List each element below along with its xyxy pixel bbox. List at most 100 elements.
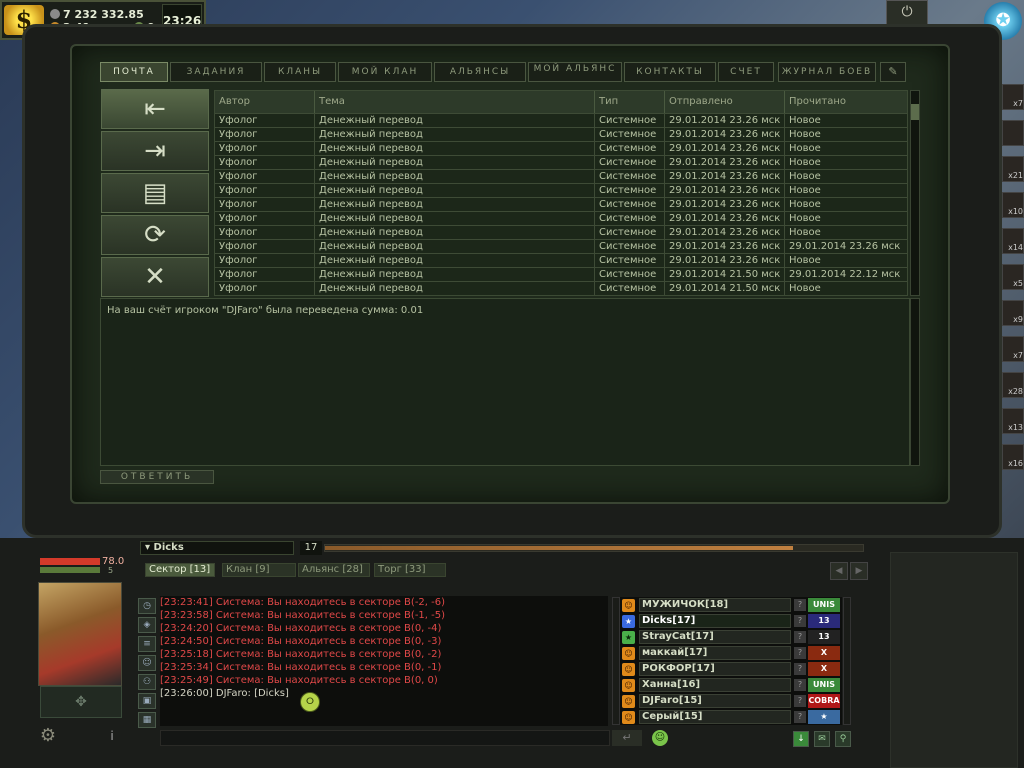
table-row[interactable]: Уфолог Денежный перевод Системное 29.01.201… [215, 113, 907, 128]
clan-badge-icon[interactable]: 13 [808, 630, 840, 644]
group-icon[interactable]: ⚇ [138, 674, 156, 690]
person-icon[interactable]: ☺ [138, 655, 156, 671]
clan-badge-icon[interactable]: X [808, 646, 840, 660]
user-list-item[interactable]: ☺ Серый[15]? ★ [622, 710, 852, 725]
inventory-slot[interactable]: x9 [1002, 300, 1024, 326]
inventory-slot[interactable] [1002, 120, 1024, 146]
user-info-icon[interactable]: ? [794, 631, 806, 643]
table-row[interactable]: Уфолог Денежный перевод Системное 29.01.201… [215, 225, 907, 240]
user-info-icon[interactable]: ? [794, 711, 806, 723]
inventory-slot[interactable]: x13 [1002, 408, 1024, 434]
inventory-slot[interactable]: x16 [1002, 444, 1024, 470]
table-row[interactable]: Уфолог Денежный перевод Системное 29.01.201… [215, 197, 907, 212]
table-row[interactable]: Уфолог Денежный перевод Системное 29.01.201… [215, 141, 907, 156]
clan-badge-icon[interactable]: 13 [808, 614, 840, 628]
tab-8[interactable]: СЧЕТ [718, 62, 774, 82]
table-row[interactable]: Уфолог Денежный перевод Системное 29.01.201… [215, 127, 907, 142]
table-cell: Денежный перевод [315, 114, 595, 128]
chevron-right-icon[interactable]: ▶ [850, 562, 868, 580]
window-icon[interactable]: ▣ [138, 693, 156, 709]
tab-7[interactable]: КОНТАКТЫ [624, 62, 716, 82]
chat-input[interactable] [160, 730, 610, 746]
tab-2[interactable]: ЗАДАНИЯ [170, 62, 262, 82]
character-name[interactable]: ▾ Dicks [140, 541, 294, 555]
inventory-slot[interactable]: x7 [1002, 84, 1024, 110]
tab-6[interactable]: МОЙ АЛЬЯНС [528, 62, 622, 82]
clan-badge-icon[interactable]: X [808, 662, 840, 676]
inventory-slot[interactable]: x5 [1002, 264, 1024, 290]
clan-badge-icon[interactable]: ★ [808, 710, 840, 724]
column-header[interactable]: Тип [595, 91, 665, 113]
table-row[interactable]: Уфолог Денежный перевод Системное 29.01.201… [215, 211, 907, 226]
user-list-item[interactable]: ★ Dicks[17]? 13 [622, 614, 852, 629]
column-header[interactable]: Прочитано [785, 91, 907, 113]
user-list-item[interactable]: ☺ Ханна[16]? UNIS [622, 678, 852, 693]
chevron-left-icon[interactable]: ◀ [830, 562, 848, 580]
gear-icon[interactable]: ⚙ [34, 722, 62, 750]
avatar[interactable] [38, 582, 122, 686]
inventory-slot[interactable]: x7 [1002, 336, 1024, 362]
user-info-icon[interactable]: ? [794, 663, 806, 675]
clock-icon[interactable]: ◷ [138, 598, 156, 614]
reply-button[interactable]: ОТВЕТИТЬ [100, 470, 214, 484]
table-row[interactable]: Уфолог Денежный перевод Системное 29.01.201… [215, 155, 907, 170]
user-info-icon[interactable]: ? [794, 647, 806, 659]
inbox-button[interactable]: ⇤ [101, 89, 209, 129]
clan-badge-icon[interactable]: COBRA [808, 694, 840, 708]
column-header[interactable]: Отправлено [665, 91, 785, 113]
power-button[interactable]: ⏻ [886, 0, 928, 26]
download-icon[interactable]: ↓ [793, 731, 809, 747]
refresh-button[interactable]: ⟳ [101, 215, 209, 255]
message-scrollbar[interactable] [910, 298, 920, 466]
table-row[interactable]: Уфолог Денежный перевод Системное 29.01.201… [215, 253, 907, 268]
user-list-scrollbar-left[interactable] [612, 597, 620, 725]
chat-channel-tab[interactable]: Альянс [28] [298, 563, 370, 577]
wrench-icon[interactable]: ✎ [880, 62, 906, 82]
user-list-item[interactable]: ☺ DJFaro[15]? COBRA [622, 694, 852, 709]
outbox-button[interactable]: ⇥ [101, 131, 209, 171]
new-message-button[interactable]: ▤ [101, 173, 209, 213]
user-info-icon[interactable]: ? [794, 695, 806, 707]
antenna-icon[interactable]: ⚲ [835, 731, 851, 747]
clan-badge-icon[interactable]: UNIS [808, 598, 840, 612]
column-header[interactable]: Автор [215, 91, 315, 113]
table-row[interactable]: Уфолог Денежный перевод Системное 29.01.201… [215, 183, 907, 198]
emoji-button[interactable]: ☺ [652, 730, 668, 746]
tab-5[interactable]: АЛЬЯНСЫ [434, 62, 526, 82]
user-list-item[interactable]: ☺ МУЖИЧОК[18]? UNIS [622, 598, 852, 613]
delete-button[interactable]: ✕ [101, 257, 209, 297]
user-list-item[interactable]: ★ StrayCat[17]? 13 [622, 630, 852, 645]
chat-channel-tab[interactable]: Торг [33] [374, 563, 446, 577]
table-row[interactable]: Уфолог Денежный перевод Системное 29.01.201… [215, 281, 907, 295]
tab-3[interactable]: КЛАНЫ [264, 62, 336, 82]
column-header[interactable]: Тема [315, 91, 595, 113]
tab-9[interactable]: ЖУРНАЛ БОЕВ [778, 62, 876, 82]
table-row[interactable]: Уфолог Денежный перевод Системное 29.01.201… [215, 169, 907, 184]
inventory-slot[interactable]: x28 [1002, 372, 1024, 398]
table-row[interactable]: Уфолог Денежный перевод Системное 29.01.201… [215, 239, 907, 254]
inventory-slot[interactable]: x14 [1002, 228, 1024, 254]
list-icon[interactable]: ≡ [138, 636, 156, 652]
tab-1[interactable]: ПОЧТА [100, 62, 168, 82]
tab-4[interactable]: МОЙ КЛАН [338, 62, 432, 82]
inventory-slot[interactable]: x10 [1002, 192, 1024, 218]
chat-channel-tab[interactable]: Сектор [13] [145, 563, 215, 577]
user-list-item[interactable]: ☺ РОКФОР[17]? X [622, 662, 852, 677]
table-cell: Уфолог [215, 240, 315, 254]
user-info-icon[interactable]: ? [794, 599, 806, 611]
user-info-icon[interactable]: ? [794, 615, 806, 627]
clan-badge-icon[interactable]: UNIS [808, 678, 840, 692]
user-list-item[interactable]: ☺ маккай[17]? X [622, 646, 852, 661]
info-icon[interactable]: i [102, 726, 122, 746]
table-row[interactable]: Уфолог Денежный перевод Системное 29.01.201… [215, 267, 907, 282]
mail-table-scrollbar[interactable] [910, 90, 920, 296]
table-cell: 29.01.2014 23.26 мск [665, 170, 785, 184]
grid-icon[interactable]: ▦ [138, 712, 156, 728]
send-icon[interactable]: ↵ [612, 730, 642, 746]
chat-channel-tab[interactable]: Клан [9] [222, 563, 296, 577]
user-info-icon[interactable]: ? [794, 679, 806, 691]
mail-table-scroll-thumb[interactable] [911, 104, 919, 120]
chat-bubble-icon[interactable]: ✉ [814, 731, 830, 747]
map-icon[interactable]: ◈ [138, 617, 156, 633]
inventory-slot[interactable]: x21 [1002, 156, 1024, 182]
